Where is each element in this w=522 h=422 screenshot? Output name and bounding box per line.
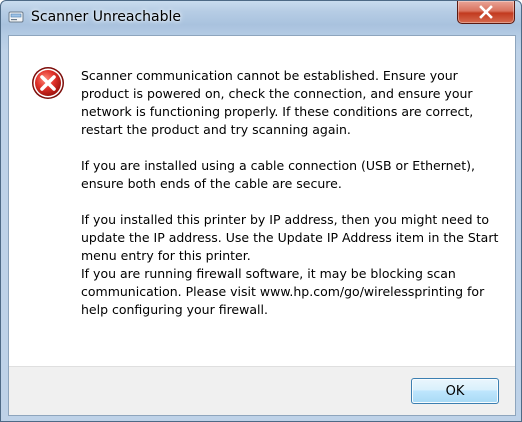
message-paragraph-cable: If you are installed using a cable conne… <box>81 158 475 191</box>
error-icon <box>32 67 64 99</box>
dialog-window: Scanner Unreachable Scanner communicatio… <box>0 0 522 422</box>
message-paragraph-firewall: If you are running firewall software, it… <box>81 266 485 317</box>
close-x-icon <box>479 5 493 19</box>
dialog-content: Scanner communication cannot be establis… <box>8 35 516 416</box>
close-button[interactable] <box>457 1 515 24</box>
scanner-app-icon <box>8 11 24 23</box>
window-title: Scanner Unreachable <box>31 9 182 25</box>
ok-button[interactable]: OK <box>411 378 499 404</box>
message-paragraph-connection: Scanner communication cannot be establis… <box>81 68 474 137</box>
error-message: Scanner communication cannot be establis… <box>81 67 501 319</box>
message-paragraph-ip-address: If you installed this printer by IP addr… <box>81 212 499 263</box>
button-bar: OK <box>9 366 515 415</box>
title-bar[interactable]: Scanner Unreachable <box>1 1 521 35</box>
